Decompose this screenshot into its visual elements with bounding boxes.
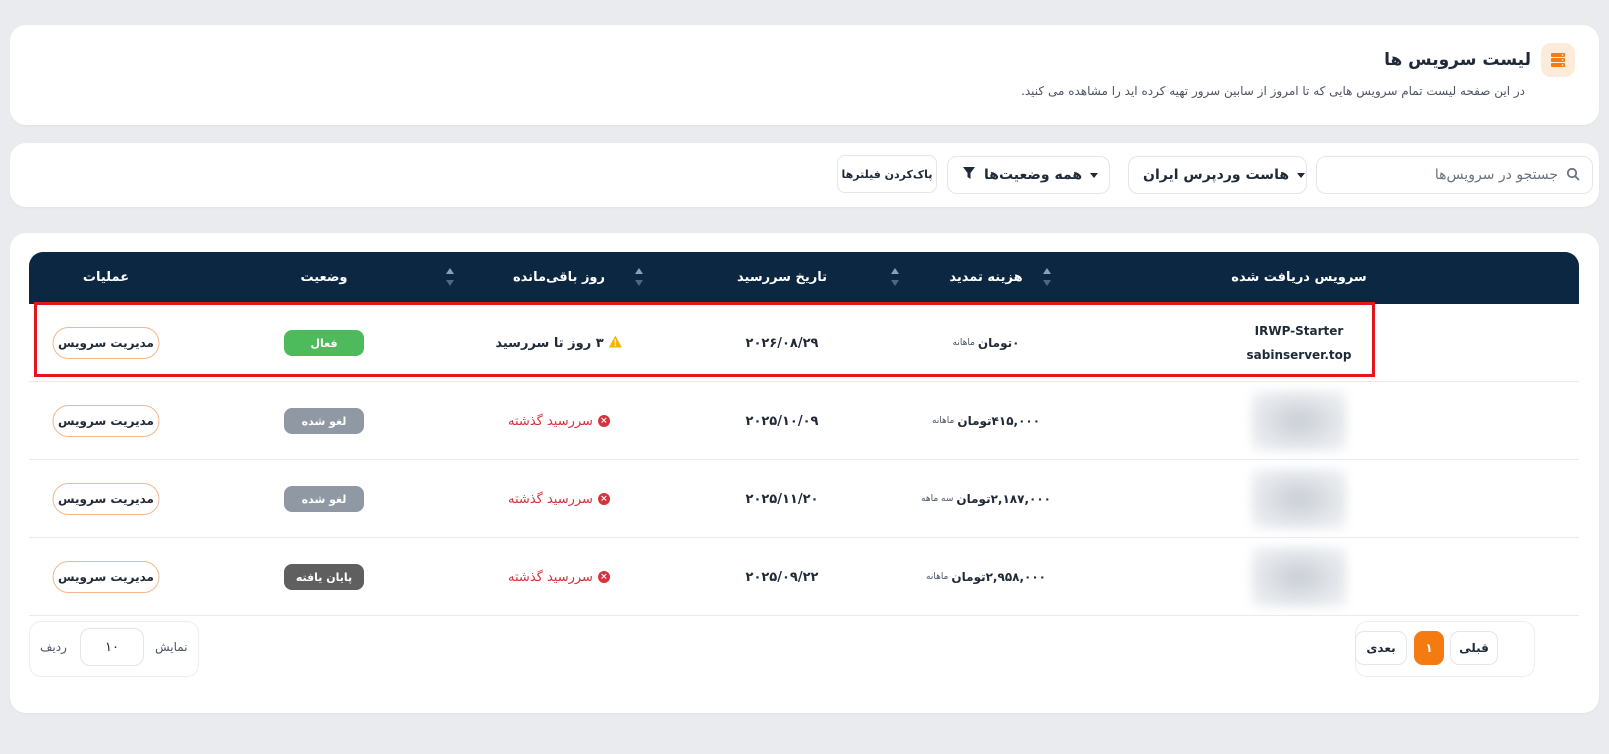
status-filter-value: همه وضعیت‌ها [984,167,1083,183]
remaining-text: ۳ روز تا سررسید [495,335,604,351]
clear-filters-button[interactable]: پاک‌کردن فیلترها [837,155,937,193]
prev-page-button[interactable]: قبلی [1450,631,1498,665]
manage-service-button[interactable]: مدیریت سرویس [52,327,160,359]
col-renewal[interactable]: هزینه تمدید [949,252,1022,304]
renewal-price: ۲,۹۵۸,۰۰۰تومان [951,570,1046,584]
chevron-down-icon [1090,172,1099,178]
renewal-price: ۰تومان [977,336,1020,350]
blurred-service-name [1251,547,1347,607]
col-days-left[interactable]: روز باقی‌مانده [513,252,605,304]
table-row: ۲,۱۸۷,۰۰۰تومان سه ماهه ۲۰۲۵/۱۱/۲۰ × سررس… [29,460,1579,538]
page-title: لیست سرویس ها [1384,50,1531,70]
remaining-text: سررسید گذشته [508,569,593,585]
status-cell: فعال [284,304,364,382]
remaining-cell: × سررسید گذشته [508,460,610,538]
renewal-cell: ۰تومان ماهانه [953,304,1020,382]
remaining-text: سررسید گذشته [508,491,593,507]
renewal-cell: ۲,۹۵۸,۰۰۰تومان ماهانه [926,538,1046,616]
table-header: سرویس دریافت شده هزینه تمدید تاریخ سررسی… [29,252,1579,304]
remaining-cell: × سررسید گذشته [508,382,610,460]
error-circle-icon: × [597,493,610,505]
manage-service-button[interactable]: مدیریت سرویس [52,561,160,593]
search-input[interactable] [1338,167,1558,183]
status-cell: پایان یافته [284,538,364,616]
renewal-price: ۲,۱۸۷,۰۰۰تومان [956,492,1051,506]
due-date: ۲۰۲۵/۱۱/۲۰ [745,491,819,507]
filter-bar: هاست وردپرس ایران همه وضعیت‌ها پاک‌کردن … [10,143,1599,207]
actions-cell: مدیریت سرویس [52,304,160,382]
service-cell-redacted [1251,538,1347,616]
actions-cell: مدیریت سرویس [52,382,160,460]
product-filter-select[interactable]: هاست وردپرس ایران [1128,156,1307,194]
renewal-cell: ۲,۱۸۷,۰۰۰تومان سه ماهه [921,460,1051,538]
page-subtitle: در این صفحه لیست تمام سرویس هایی که تا ا… [1021,84,1525,98]
page-header-card: لیست سرویس ها در این صفحه لیست تمام سروی… [10,25,1599,125]
table-row: ۲,۹۵۸,۰۰۰تومان ماهانه ۲۰۲۵/۰۹/۲۲ × سررسی… [29,538,1579,616]
service-cell: IRWP-Starter sabinserver.top [1247,304,1352,382]
sort-icon[interactable] [635,268,643,286]
remaining-cell: ۳ روز تا سررسید [495,304,623,382]
renewal-period: ماهانه [926,572,949,582]
server-icon [1541,43,1575,77]
sort-icon[interactable] [1043,268,1051,286]
filter-icon [962,166,976,184]
remaining-cell: × سررسید گذشته [508,538,610,616]
show-label: نمایش [155,640,188,654]
service-cell-redacted [1251,382,1347,460]
rows-label: ردیف [40,640,67,654]
title-row: لیست سرویس ها [1384,43,1575,77]
services-table-card: سرویس دریافت شده هزینه تمدید تاریخ سررسی… [10,233,1599,713]
error-circle-icon: × [597,571,610,583]
col-actions: عملیات [82,270,130,285]
renewal-price: ۴۱۵,۰۰۰تومان [957,414,1041,428]
due-date: ۲۰۲۶/۰۸/۲۹ [745,335,819,351]
product-filter-value: هاست وردپرس ایران [1143,167,1290,183]
service-cell-redacted [1251,460,1347,538]
status-cell: لغو شده [284,460,364,538]
col-status[interactable]: وضعیت [300,252,347,304]
status-badge: لغو شده [284,408,364,434]
due-date: ۲۰۲۵/۱۰/۰۹ [745,413,819,429]
sort-icon[interactable] [446,268,454,286]
status-badge: پایان یافته [284,564,364,590]
service-domain: sabinserver.top [1246,348,1352,362]
next-page-button[interactable]: بعدی [1355,631,1407,665]
actions-cell: مدیریت سرویس [52,460,160,538]
blurred-service-name [1251,469,1347,529]
warning-icon [609,335,623,352]
col-service[interactable]: سرویس دریافت شده [1231,252,1366,304]
status-badge: لغو شده [284,486,364,512]
blurred-service-name [1251,391,1347,451]
renewal-period: سه ماهه [921,494,954,504]
error-circle-icon: × [597,415,610,427]
renewal-period: ماهانه [952,338,975,348]
due-date: ۲۰۲۵/۰۹/۲۲ [745,569,819,585]
search-box[interactable] [1316,156,1593,194]
table-row: IRWP-Starter sabinserver.top ۰تومان ماها… [29,304,1579,382]
remaining-text: سررسید گذشته [508,413,593,429]
search-icon [1566,166,1580,185]
renewal-cell: ۴۱۵,۰۰۰تومان ماهانه [932,382,1040,460]
col-due-date[interactable]: تاریخ سررسید [737,252,827,304]
page-size-control: نمایش ردیف [29,621,199,677]
renewal-period: ماهانه [931,416,955,426]
service-name: IRWP-Starter [1254,324,1344,338]
page-number-button[interactable]: ۱ [1414,631,1444,665]
status-cell: لغو شده [284,382,364,460]
actions-cell: مدیریت سرویس [52,538,160,616]
manage-service-button[interactable]: مدیریت سرویس [52,405,160,437]
table-row: ۴۱۵,۰۰۰تومان ماهانه ۲۰۲۵/۱۰/۰۹ × سررسید … [29,382,1579,460]
chevron-down-icon [1297,172,1306,178]
sort-icon[interactable] [891,268,899,286]
page-size-input[interactable] [80,628,144,666]
manage-service-button[interactable]: مدیریت سرویس [52,483,160,515]
status-filter-select[interactable]: همه وضعیت‌ها [947,156,1110,194]
status-badge: فعال [284,330,364,356]
